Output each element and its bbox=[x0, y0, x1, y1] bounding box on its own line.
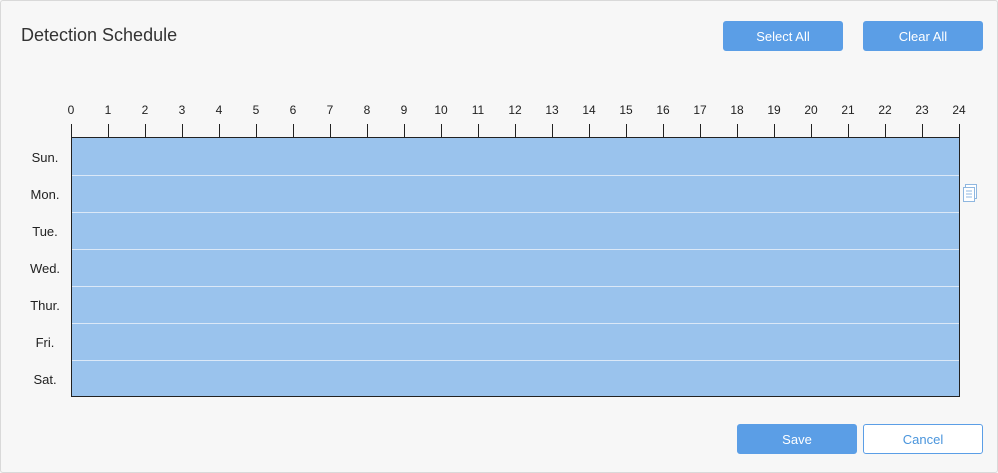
hour-tick bbox=[626, 124, 627, 138]
hour-tick bbox=[367, 124, 368, 138]
copy-icon[interactable] bbox=[962, 183, 978, 203]
hour-tick bbox=[293, 124, 294, 138]
hour-label: 13 bbox=[545, 103, 559, 117]
dialog-title: Detection Schedule bbox=[21, 25, 178, 45]
hour-tick bbox=[108, 124, 109, 138]
save-button[interactable]: Save bbox=[737, 424, 857, 454]
row-separator bbox=[72, 212, 959, 213]
schedule-grid[interactable] bbox=[71, 138, 960, 397]
hour-label: 3 bbox=[178, 103, 186, 117]
hour-tick bbox=[885, 124, 886, 138]
hour-label: 8 bbox=[363, 103, 371, 117]
hour-tick bbox=[737, 124, 738, 138]
hour-tick bbox=[552, 124, 553, 138]
hour-tick bbox=[959, 124, 960, 138]
clear-all-button[interactable]: Clear All bbox=[863, 21, 983, 51]
hour-tick bbox=[219, 124, 220, 138]
day-label: Sun. bbox=[31, 150, 59, 165]
hour-label: 18 bbox=[730, 103, 744, 117]
hour-tick bbox=[441, 124, 442, 138]
hour-tick bbox=[515, 124, 516, 138]
hour-tick bbox=[700, 124, 701, 138]
select-all-button[interactable]: Select All bbox=[723, 21, 843, 51]
hour-label: 17 bbox=[693, 103, 707, 117]
row-separator bbox=[72, 249, 959, 250]
hour-label: 9 bbox=[400, 103, 408, 117]
hour-tick bbox=[922, 124, 923, 138]
hour-tick bbox=[71, 124, 72, 138]
hour-tick bbox=[663, 124, 664, 138]
schedule-row[interactable] bbox=[72, 212, 959, 249]
day-label: Thur. bbox=[30, 298, 60, 313]
row-separator bbox=[72, 323, 959, 324]
cancel-button[interactable]: Cancel bbox=[863, 424, 983, 454]
hour-label: 16 bbox=[656, 103, 670, 117]
hour-tick bbox=[404, 124, 405, 138]
hour-label: 11 bbox=[471, 103, 485, 117]
hour-label: 14 bbox=[582, 103, 596, 117]
row-separator bbox=[72, 360, 959, 361]
schedule-row[interactable] bbox=[72, 175, 959, 212]
hour-label: 23 bbox=[915, 103, 929, 117]
row-separator bbox=[72, 286, 959, 287]
day-label: Sat. bbox=[33, 372, 57, 387]
hour-tick bbox=[330, 124, 331, 138]
hour-label: 4 bbox=[215, 103, 223, 117]
hour-tick bbox=[145, 124, 146, 138]
schedule-row[interactable] bbox=[72, 249, 959, 286]
hour-label: 2 bbox=[141, 103, 149, 117]
hour-tick bbox=[478, 124, 479, 138]
hour-tick bbox=[589, 124, 590, 138]
hour-label: 24 bbox=[952, 103, 966, 117]
schedule-row[interactable] bbox=[72, 323, 959, 360]
schedule-row[interactable] bbox=[72, 286, 959, 323]
hour-label: 20 bbox=[804, 103, 818, 117]
detection-schedule-dialog: Detection Schedule Select All Clear All … bbox=[0, 0, 998, 473]
day-label: Fri. bbox=[35, 335, 55, 350]
hour-label: 1 bbox=[104, 103, 112, 117]
hour-label: 12 bbox=[508, 103, 522, 117]
day-label: Wed. bbox=[29, 261, 61, 276]
hour-tick bbox=[774, 124, 775, 138]
hour-label: 6 bbox=[289, 103, 297, 117]
hour-label: 19 bbox=[767, 103, 781, 117]
day-label: Mon. bbox=[30, 187, 60, 202]
hour-label: 21 bbox=[841, 103, 855, 117]
hour-label: 0 bbox=[67, 103, 75, 117]
hour-tick bbox=[256, 124, 257, 138]
schedule-row[interactable] bbox=[72, 360, 959, 397]
hour-label: 15 bbox=[619, 103, 633, 117]
hour-tick bbox=[811, 124, 812, 138]
hour-tick bbox=[848, 124, 849, 138]
hour-tick bbox=[182, 124, 183, 138]
day-label: Tue. bbox=[32, 224, 58, 239]
hour-label: 10 bbox=[434, 103, 448, 117]
hour-label: 7 bbox=[326, 103, 334, 117]
hour-label: 22 bbox=[878, 103, 892, 117]
schedule-row[interactable] bbox=[72, 138, 959, 175]
row-separator bbox=[72, 175, 959, 176]
hour-label: 5 bbox=[252, 103, 260, 117]
